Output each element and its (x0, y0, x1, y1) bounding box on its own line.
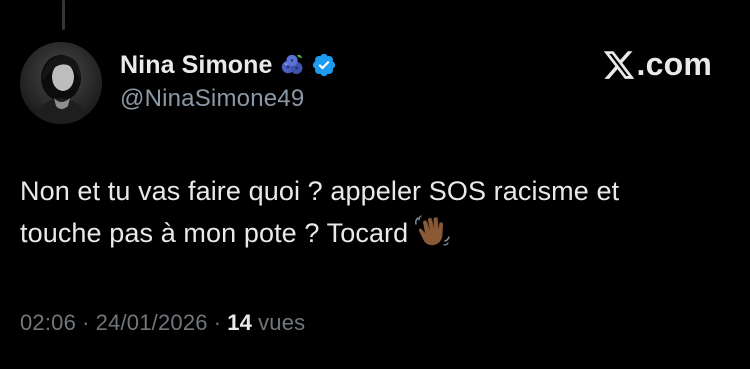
views-label: vues (258, 310, 306, 335)
thread-connector-line (62, 0, 65, 30)
tweet-text-line-2: touche pas à mon pote ? Tocard (20, 212, 730, 254)
tweet-time[interactable]: 02:06 (20, 310, 76, 336)
avatar[interactable] (20, 42, 102, 124)
brand-domain-text: .com (636, 46, 712, 82)
author-block: Nina Simone @NinaSimone49 (120, 48, 337, 113)
tweet-text-line-1: Non et tu vas faire quoi ? appeler SOS r… (20, 176, 620, 206)
tweet-text-line-2-content: touche pas à mon pote ? Tocard (20, 218, 409, 248)
author-name-row: Nina Simone (120, 48, 337, 82)
blueberries-icon (281, 54, 303, 74)
author-handle[interactable]: @NinaSimone49 (120, 85, 337, 113)
avatar-image (20, 42, 102, 124)
tweet-meta: 02:06 · 24/01/2026 · 14 vues (20, 310, 305, 336)
brand-watermark: .com (602, 46, 713, 83)
views-count: 14 (227, 310, 253, 335)
verified-badge-icon (312, 53, 335, 77)
x-logo-icon (603, 50, 634, 79)
waving-hand-icon (415, 215, 450, 246)
author-display-name[interactable]: Nina Simone (120, 51, 273, 80)
meta-separator: · (82, 310, 90, 335)
meta-separator: · (213, 310, 222, 335)
tweet-date[interactable]: 24/01/2026 (96, 310, 208, 336)
tweet-body: Non et tu vas faire quoi ? appeler SOS r… (20, 170, 730, 254)
